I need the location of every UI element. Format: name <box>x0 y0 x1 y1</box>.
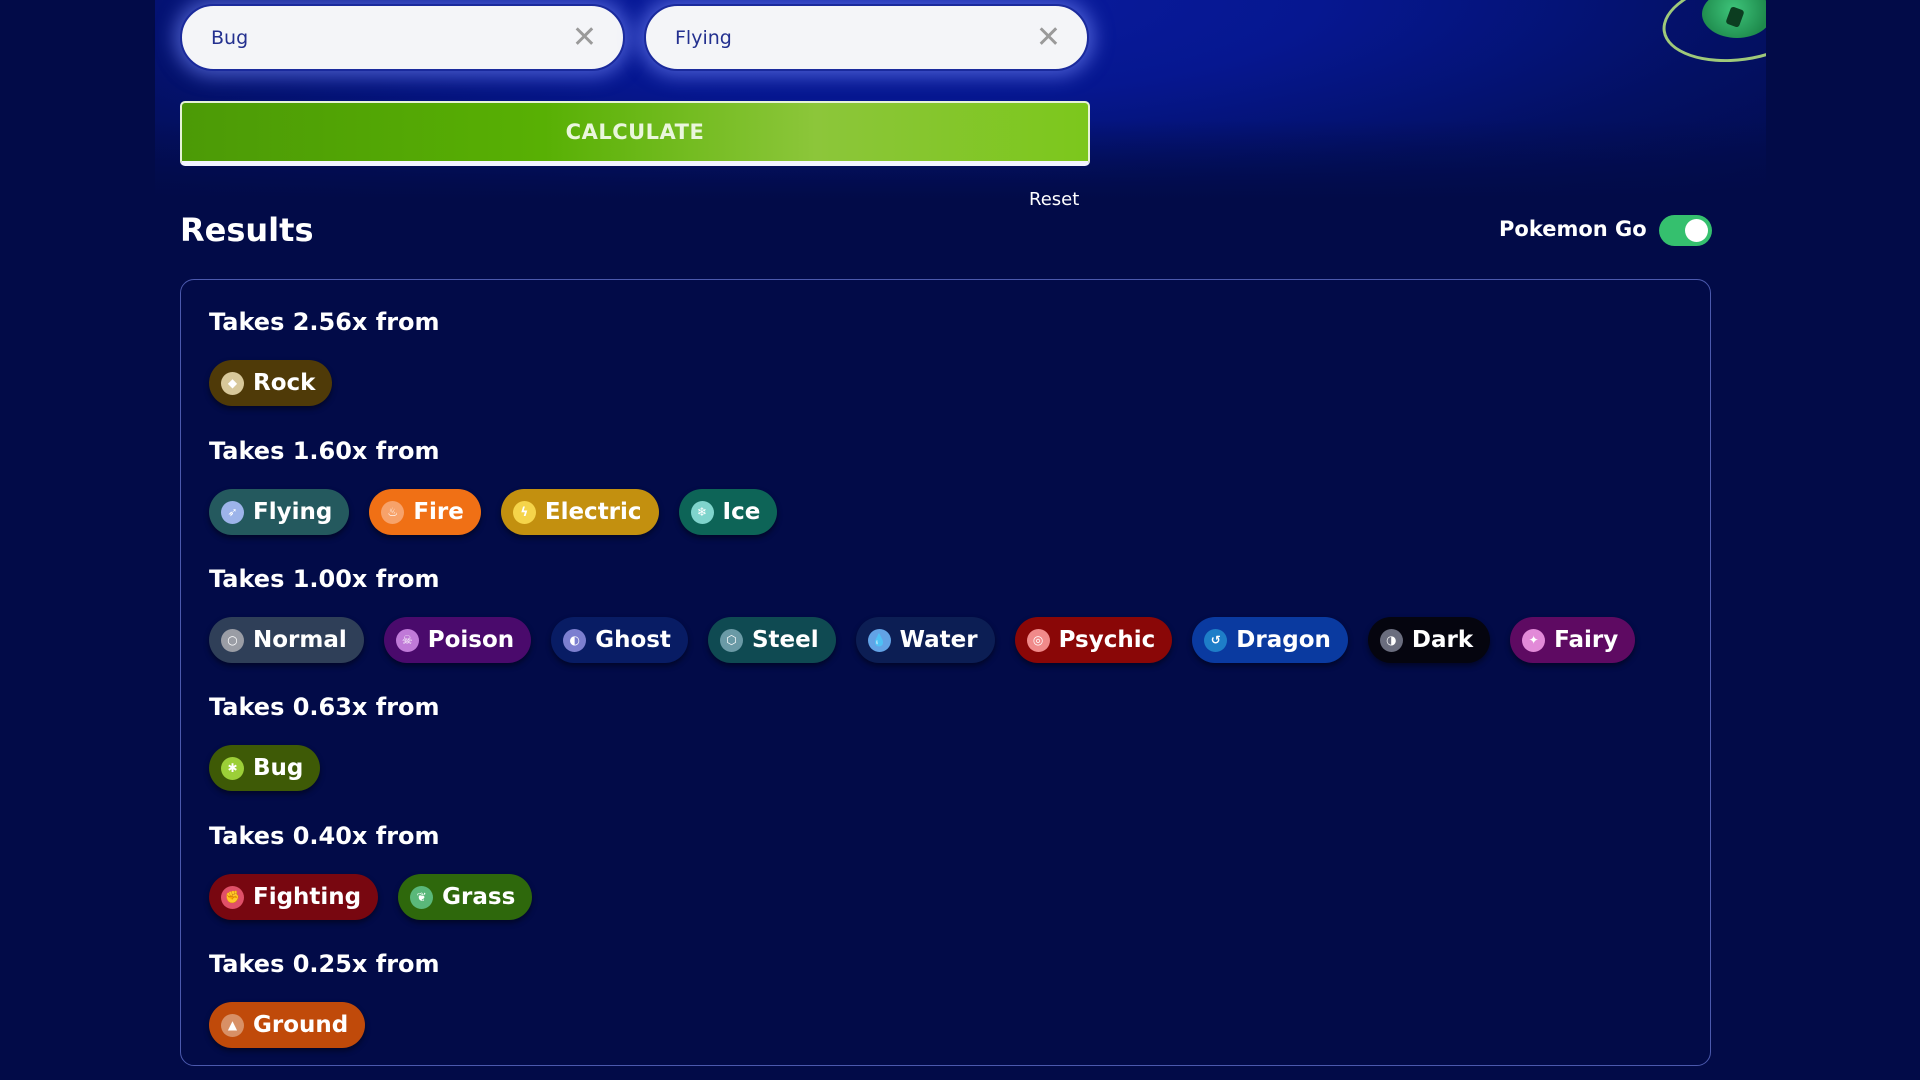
type-pill-list: ▲ Ground <box>209 1002 440 1048</box>
group-heading: Takes 0.63x from <box>209 693 440 721</box>
results-card: Takes 2.56x from ◆ Rock Takes 1.60x from ➶ Fl… <box>180 279 1711 1066</box>
normal-type-icon: ○ <box>221 628 244 652</box>
group-heading: Takes 2.56x from <box>209 308 440 336</box>
type-pill-ground[interactable]: ▲ Ground <box>209 1002 366 1048</box>
type-pill-water[interactable]: 💧 Water <box>855 617 995 663</box>
group-heading: Takes 1.00x from <box>209 565 440 593</box>
group-heading: Takes 0.40x from <box>209 822 440 850</box>
group-heading: Takes 0.25x from <box>209 950 440 978</box>
type-input-1-value[interactable]: Bug <box>211 27 572 49</box>
type-pill-label: Poison <box>427 627 515 653</box>
type-pill-fire[interactable]: ♨ Fire <box>369 489 481 535</box>
poison-type-icon: ☠ <box>395 628 419 652</box>
type-pill-label: Ice <box>722 499 761 525</box>
dragon-type-icon: ↺ <box>1204 628 1228 652</box>
effectiveness-group: Takes 1.00x from ○ Normal ☠ Poison ◐ Ghost ⬡ Ste… <box>209 563 1636 663</box>
type-pill-poison[interactable]: ☠ Poison <box>383 617 532 663</box>
type-pill-flying[interactable]: ➶ Flying <box>209 489 350 535</box>
ground-type-icon: ▲ <box>221 1013 244 1037</box>
fairy-type-icon: ✦ <box>1522 628 1546 652</box>
steel-type-icon: ⬡ <box>719 628 743 652</box>
type-pill-label: Fighting <box>253 884 362 910</box>
electric-type-icon: ϟ <box>512 500 536 524</box>
pokemon-go-toggle[interactable] <box>1659 215 1712 246</box>
type-pill-psychic[interactable]: ◎ Psychic <box>1014 617 1173 663</box>
pokemon-go-label: Pokemon Go <box>1499 217 1647 241</box>
toggle-knob <box>1685 219 1708 242</box>
type-input-2-value[interactable]: Flying <box>675 27 1036 49</box>
type-pill-label: Flying <box>253 499 333 525</box>
group-heading: Takes 1.60x from <box>209 437 440 465</box>
results-title: Results <box>180 211 314 249</box>
fire-type-icon: ♨ <box>381 500 405 524</box>
type-pill-grass[interactable]: ❦ Grass <box>398 874 533 920</box>
type-pill-ice[interactable]: ❄ Ice <box>678 489 778 535</box>
type-pill-dark[interactable]: ◑ Dark <box>1367 617 1491 663</box>
type-pill-label: Fairy <box>1554 627 1619 653</box>
type-pill-list: ➶ Flying ♨ Fire ϟ Electric ❄ Ice <box>209 489 778 535</box>
type-pill-list: ✊ Fighting ❦ Grass <box>209 874 533 920</box>
type-pill-rock[interactable]: ◆ Rock <box>209 360 333 406</box>
type-pill-list: ○ Normal ☠ Poison ◐ Ghost ⬡ Steel 💧 Water ◎ Psychic… <box>209 617 1636 663</box>
psychic-type-icon: ◎ <box>1026 628 1050 652</box>
type-pill-ghost[interactable]: ◐ Ghost <box>551 617 688 663</box>
type-pill-label: Psychic <box>1058 627 1156 653</box>
close-icon[interactable]: ✕ <box>1036 22 1061 53</box>
type-pill-electric[interactable]: ϟ Electric <box>500 489 659 535</box>
grass-type-icon: ❦ <box>410 885 434 909</box>
type-pill-label: Fire <box>413 499 464 525</box>
type-pill-fighting[interactable]: ✊ Fighting <box>209 874 379 920</box>
reset-link[interactable]: Reset <box>1029 189 1079 210</box>
type-input-1[interactable]: Bug ✕ <box>180 4 625 71</box>
type-pill-normal[interactable]: ○ Normal <box>209 617 364 663</box>
bug-type-icon: ✱ <box>221 756 244 780</box>
type-pill-label: Bug <box>253 755 304 781</box>
ghost-type-icon: ◐ <box>563 628 587 652</box>
type-pill-dragon[interactable]: ↺ Dragon <box>1192 617 1348 663</box>
type-pill-label: Ghost <box>595 627 671 653</box>
ice-type-icon: ❄ <box>690 500 714 524</box>
pokeball-decoration-icon <box>1660 0 1766 80</box>
type-pill-label: Electric <box>544 499 642 525</box>
type-pill-label: Water <box>899 627 978 653</box>
fighting-type-icon: ✊ <box>221 885 244 909</box>
type-pill-list: ◆ Rock <box>209 360 440 406</box>
dark-type-icon: ◑ <box>1379 628 1403 652</box>
type-pill-list: ✱ Bug <box>209 745 440 791</box>
calculate-button[interactable]: CALCULATE <box>180 101 1090 166</box>
type-pill-label: Dark <box>1411 627 1474 653</box>
type-input-2[interactable]: Flying ✕ <box>644 4 1089 71</box>
water-type-icon: 💧 <box>867 628 891 652</box>
effectiveness-group: Takes 0.25x from ▲ Ground <box>209 948 440 1048</box>
effectiveness-group: Takes 0.63x from ✱ Bug <box>209 691 440 791</box>
effectiveness-group: Takes 2.56x from ◆ Rock <box>209 306 440 406</box>
type-pill-bug[interactable]: ✱ Bug <box>209 745 321 791</box>
rock-type-icon: ◆ <box>221 371 244 395</box>
type-pill-label: Steel <box>751 627 819 653</box>
type-pill-label: Grass <box>442 884 516 910</box>
type-pill-label: Ground <box>253 1012 349 1038</box>
flying-type-icon: ➶ <box>221 500 244 524</box>
type-pill-label: Normal <box>253 627 347 653</box>
close-icon[interactable]: ✕ <box>572 22 597 53</box>
effectiveness-group: Takes 1.60x from ➶ Flying ♨ Fire ϟ Electric ❄ Ic… <box>209 435 778 535</box>
type-pill-label: Dragon <box>1236 627 1331 653</box>
type-pill-fairy[interactable]: ✦ Fairy <box>1510 617 1636 663</box>
effectiveness-group: Takes 0.40x from ✊ Fighting ❦ Grass <box>209 820 533 920</box>
type-pill-label: Rock <box>253 370 316 396</box>
type-pill-steel[interactable]: ⬡ Steel <box>707 617 836 663</box>
